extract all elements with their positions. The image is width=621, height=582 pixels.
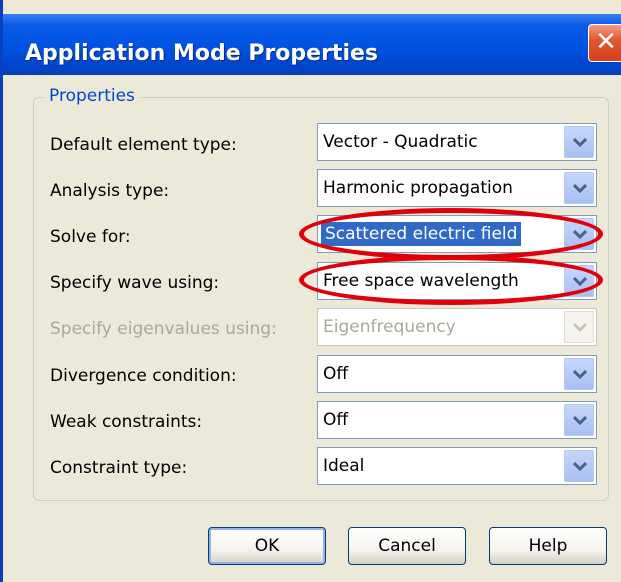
specify-wave-using-dropdown-button[interactable] bbox=[564, 265, 594, 297]
weak-constraints-value: Off bbox=[323, 410, 349, 430]
close-icon: ✕ bbox=[595, 27, 617, 57]
title-bar[interactable]: Application Mode Properties bbox=[3, 14, 621, 75]
analysis-type-value: Harmonic propagation bbox=[323, 178, 513, 198]
solve-for-dropdown-button[interactable] bbox=[564, 218, 594, 250]
specify-wave-using-select[interactable]: Free space wavelength bbox=[317, 262, 597, 300]
chevron-down-icon bbox=[573, 461, 587, 471]
close-button[interactable]: ✕ bbox=[588, 24, 621, 62]
chevron-down-icon bbox=[573, 415, 587, 425]
specify-wave-using-value: Free space wavelength bbox=[323, 271, 519, 291]
analysis-type-dropdown-button[interactable] bbox=[564, 172, 594, 204]
chevron-down-icon bbox=[573, 229, 587, 239]
analysis-type-select[interactable]: Harmonic propagation bbox=[317, 169, 597, 207]
specify-eigenvalues-using-label: Specify eigenvalues using: bbox=[50, 319, 277, 339]
specify-eigenvalues-using-select: Eigenfrequency bbox=[317, 308, 597, 346]
divergence-condition-dropdown-button[interactable] bbox=[564, 358, 594, 390]
weak-constraints-dropdown-button[interactable] bbox=[564, 404, 594, 436]
analysis-type-label: Analysis type: bbox=[50, 181, 170, 201]
chevron-down-icon bbox=[573, 276, 587, 286]
chevron-down-icon bbox=[573, 369, 587, 379]
solve-for-select[interactable]: Scattered electric field bbox=[317, 215, 597, 253]
divergence-condition-value: Off bbox=[323, 364, 349, 384]
constraint-type-value: Ideal bbox=[323, 456, 365, 476]
default-element-type-value: Vector - Quadratic bbox=[323, 132, 478, 152]
default-element-type-select[interactable]: Vector - Quadratic bbox=[317, 123, 597, 161]
constraint-type-label: Constraint type: bbox=[50, 458, 188, 478]
default-element-type-dropdown-button[interactable] bbox=[564, 126, 594, 158]
default-element-type-label: Default element type: bbox=[50, 135, 237, 155]
chevron-down-icon bbox=[573, 137, 587, 147]
properties-group-label: Properties bbox=[43, 86, 141, 106]
window-title: Application Mode Properties bbox=[25, 41, 378, 66]
cancel-button[interactable]: Cancel bbox=[348, 527, 466, 565]
divergence-condition-select[interactable]: Off bbox=[317, 355, 597, 393]
constraint-type-select[interactable]: Ideal bbox=[317, 447, 597, 485]
constraint-type-dropdown-button[interactable] bbox=[564, 450, 594, 482]
weak-constraints-select[interactable]: Off bbox=[317, 401, 597, 439]
specify-eigenvalues-using-dropdown-button bbox=[564, 311, 594, 343]
solve-for-label: Solve for: bbox=[50, 227, 131, 247]
specify-wave-using-label: Specify wave using: bbox=[50, 273, 220, 293]
chevron-down-icon bbox=[573, 322, 587, 332]
dialog-window: Application Mode Properties ✕ Properties… bbox=[0, 0, 621, 582]
ok-button[interactable]: OK bbox=[208, 527, 326, 565]
chevron-down-icon bbox=[573, 183, 587, 193]
divergence-condition-label: Divergence condition: bbox=[50, 366, 237, 386]
specify-eigenvalues-using-value: Eigenfrequency bbox=[323, 317, 456, 337]
weak-constraints-label: Weak constraints: bbox=[50, 412, 203, 432]
help-button[interactable]: Help bbox=[489, 527, 607, 565]
solve-for-value: Scattered electric field bbox=[321, 222, 522, 246]
